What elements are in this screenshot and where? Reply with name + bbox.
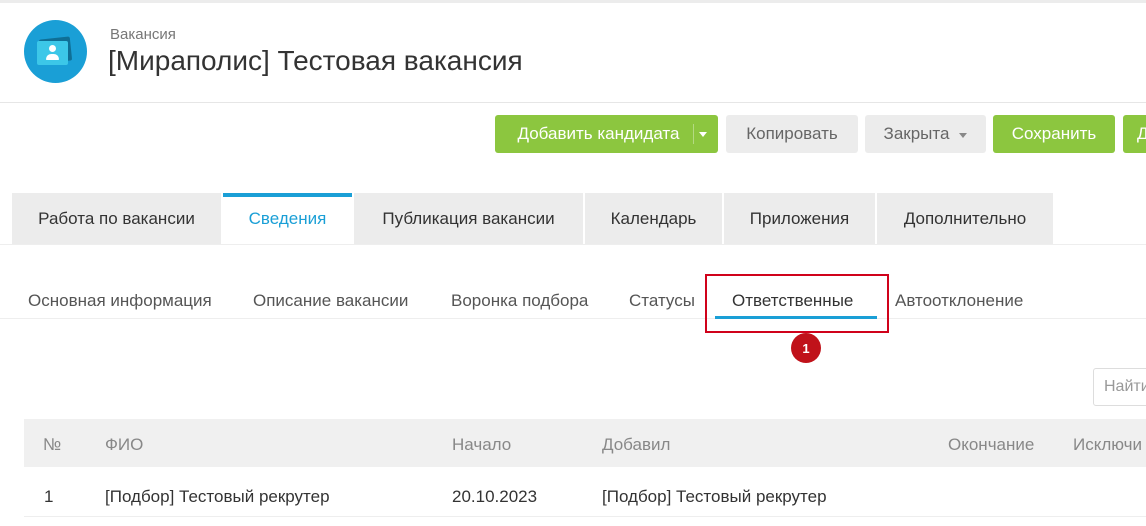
subtab-description[interactable]: Описание вакансии [253, 291, 408, 311]
vacancy-card-icon [24, 20, 87, 83]
subtabs-baseline [0, 318, 1146, 319]
add-candidate-label: Добавить кандидата [517, 124, 680, 143]
subtab-main-info[interactable]: Основная информация [28, 291, 212, 311]
tab-details[interactable]: Сведения [223, 193, 352, 244]
subtab-funnel[interactable]: Воронка подбора [451, 291, 588, 311]
add-candidate-button[interactable]: Добавить кандидата [495, 115, 718, 153]
tabs-baseline [0, 244, 1146, 245]
header-divider [0, 102, 1146, 103]
annotation-highlight-box [705, 274, 889, 333]
tab-calendar[interactable]: Календарь [585, 193, 722, 244]
column-header-start[interactable]: Начало [452, 435, 511, 455]
annotation-marker: 1 [791, 333, 821, 363]
main-tabs: Работа по вакансии Сведения Публикация в… [12, 193, 1055, 244]
subtab-auto-reject[interactable]: Автоотклонение [895, 291, 1023, 311]
tab-attachments[interactable]: Приложения [724, 193, 875, 244]
page-title: [Мираполис] Тестовая вакансия [108, 45, 523, 76]
column-header-exclusion[interactable]: Исключи [1073, 435, 1142, 455]
cell-added-by: [Подбор] Тестовый рекрутер [602, 487, 827, 506]
subtab-statuses[interactable]: Статусы [629, 291, 695, 311]
column-header-name[interactable]: ФИО [105, 435, 143, 455]
tab-vacancy-work[interactable]: Работа по вакансии [12, 193, 221, 244]
top-border [0, 0, 1146, 3]
cell-start: 20.10.2023 [452, 487, 538, 506]
breadcrumb[interactable]: Вакансия [110, 26, 176, 43]
copy-button[interactable]: Копировать [726, 115, 858, 153]
tab-additional[interactable]: Дополнительно [877, 193, 1053, 244]
row-divider [24, 516, 1146, 517]
status-dropdown-label: Закрыта [883, 124, 950, 143]
column-header-number[interactable]: № [43, 435, 61, 455]
search-input[interactable] [1093, 368, 1146, 406]
cell-name[interactable]: [Подбор] Тестовый рекрутер [105, 487, 330, 507]
chevron-down-icon [959, 133, 967, 138]
chevron-down-icon[interactable] [699, 132, 707, 137]
tab-publication[interactable]: Публикация вакансии [354, 193, 583, 244]
cell-number: 1 [44, 487, 54, 506]
more-button[interactable]: Д [1123, 115, 1146, 153]
column-header-added-by[interactable]: Добавил [602, 435, 670, 455]
status-dropdown[interactable]: Закрыта [865, 115, 986, 153]
column-header-end[interactable]: Окончание [948, 435, 1034, 455]
save-button[interactable]: Сохранить [993, 115, 1115, 153]
